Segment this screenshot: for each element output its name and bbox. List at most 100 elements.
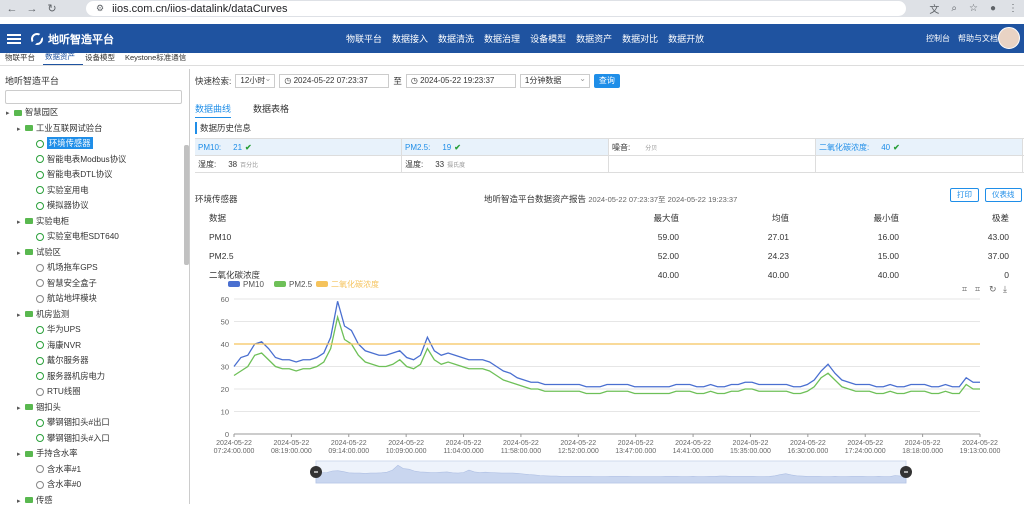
chart-tool-icon[interactable]: ⌗	[962, 285, 967, 295]
tree-toggle-icon[interactable]: ▸	[17, 122, 25, 138]
x-tick-label: 16:30:00.000	[787, 448, 828, 455]
history-label: 湿度:	[198, 159, 216, 170]
subnav-item[interactable]: 物联平台	[3, 52, 43, 65]
bookmark-star-icon[interactable]: ☆	[969, 3, 978, 14]
dashboard-button[interactable]: 仪表线	[985, 188, 1022, 202]
tree-node[interactable]: RTU线圈	[0, 384, 183, 400]
device-icon	[36, 295, 44, 303]
tree-node[interactable]: ▸机房监测	[0, 307, 183, 323]
tree-node[interactable]: ▸工业互联网试验台	[0, 121, 183, 137]
history-value: 33	[435, 160, 444, 169]
tree-node[interactable]: ▸实验电柜	[0, 214, 183, 230]
forward-icon[interactable]: →	[26, 3, 38, 15]
tree-toggle-icon[interactable]: ▸	[17, 308, 25, 324]
tree-node[interactable]: 攀钢锢扣头#入口	[0, 431, 183, 447]
menu-icon[interactable]: ⋮	[1008, 3, 1018, 14]
tree-node[interactable]: 航站地坪模块	[0, 291, 183, 307]
tree-node[interactable]: 实验室电柜SDT640	[0, 229, 183, 245]
nav-item[interactable]: 数据治理	[484, 32, 520, 45]
zoom-icon[interactable]: ⌕	[951, 3, 957, 14]
subnav-item-active[interactable]: 数据资产	[43, 51, 83, 65]
tree-node[interactable]: 智能电表Modbus协议	[0, 152, 183, 168]
tree-toggle-icon[interactable]: ▸	[17, 401, 25, 417]
tree-node[interactable]: ▸传感	[0, 493, 183, 509]
tree-node[interactable]: 环境传感器	[0, 136, 183, 152]
console-link[interactable]: 控制台	[926, 33, 950, 44]
tree-toggle-icon[interactable]: ▸	[17, 494, 25, 509]
profile-icon[interactable]: ●	[990, 3, 996, 14]
help-link[interactable]: 帮助与文档	[958, 33, 998, 44]
tree-node[interactable]: ▸智慧园区	[0, 105, 183, 121]
tree-node[interactable]: ▸手持含水率	[0, 446, 183, 462]
address-bar[interactable]: ⚙ iios.com.cn/iios-datalink/dataCurves	[86, 1, 906, 16]
x-tick-label: 19:13:00.000	[960, 448, 1001, 455]
tab-curve[interactable]: 数据曲线	[195, 102, 231, 118]
tree-node[interactable]: 智慧安全盒子	[0, 276, 183, 292]
translate-icon[interactable]: 文	[929, 1, 939, 16]
table-cell: PM2.5	[209, 251, 569, 261]
tree-toggle-icon[interactable]: ▸	[17, 215, 25, 231]
device-icon	[36, 279, 44, 287]
nav-item[interactable]: 数据资产	[576, 32, 612, 45]
tree-node[interactable]: ▸ 锢扣头	[0, 400, 183, 416]
start-time-input[interactable]: ◷ 2024-05-22 07:23:37	[279, 74, 389, 88]
tree-node-label: 锢扣头	[36, 402, 61, 412]
history-title: 数据历史信息	[195, 122, 251, 134]
nav-item[interactable]: 数据对比	[622, 32, 658, 45]
table-cell: 27.01	[679, 232, 789, 242]
chart-tool-icon[interactable]: ⤓	[1003, 285, 1007, 295]
user-avatar[interactable]	[998, 27, 1020, 49]
history-value: 38	[228, 160, 237, 169]
subnav-item[interactable]: Keystone标准通信	[123, 52, 194, 65]
site-info-icon[interactable]: ⚙	[96, 3, 104, 14]
tree-search-input[interactable]	[5, 90, 182, 104]
url-text[interactable]: iios.com.cn/iios-datalink/dataCurves	[112, 3, 287, 15]
tree-node[interactable]: 机场拖车GPS	[0, 260, 183, 276]
tree-node[interactable]: 智能电表DTL协议	[0, 167, 183, 183]
sidebar-scrollbar[interactable]	[184, 145, 189, 265]
tree-node[interactable]: 服务器机房电力	[0, 369, 183, 385]
tree-node[interactable]: ▸ 试验区	[0, 245, 183, 261]
nav-item[interactable]: 数据接入	[392, 32, 428, 45]
line-chart: PM10PM2.5二氧化碳浓度⌗⌗↻⤓01020304050602024-05-…	[192, 277, 1024, 504]
tree-node[interactable]: 含水率#0	[0, 477, 183, 493]
hamburger-icon[interactable]	[7, 34, 21, 44]
tab-table[interactable]: 数据表格	[253, 102, 289, 118]
subnav-item[interactable]: 设备模型	[83, 52, 123, 65]
y-tick-label: 20	[221, 385, 229, 394]
reload-icon[interactable]: ↻	[46, 2, 58, 15]
query-button[interactable]: 查询	[594, 74, 620, 88]
back-icon[interactable]: ←	[6, 3, 18, 15]
tree-node-label: 含水率#0	[47, 479, 81, 489]
tree-toggle-icon[interactable]: ▸	[17, 447, 25, 463]
interval-select[interactable]: 1分钟数据	[520, 74, 590, 88]
print-button[interactable]: 打印	[950, 188, 979, 202]
tree-node-label: 试验区	[36, 247, 61, 257]
tree-node[interactable]: 模拟器协议	[0, 198, 183, 214]
x-tick-label: 09:14:00.000	[328, 448, 369, 455]
nav-item[interactable]: 物联平台	[346, 32, 382, 45]
tree-node[interactable]: 华为UPS	[0, 322, 183, 338]
tree-toggle-icon[interactable]: ▸	[6, 106, 14, 122]
range-select[interactable]: 12小时	[235, 74, 275, 88]
chart-tool-icon[interactable]: ↻	[989, 285, 997, 295]
history-cell	[816, 156, 1023, 172]
table-row: PM2.5 52.00 24.23 15.00 37.00	[209, 246, 1009, 265]
legend-swatch	[316, 281, 328, 287]
tree-node[interactable]: 含水率#1	[0, 462, 183, 478]
history-cell: PM2.5:19✔	[402, 139, 609, 155]
device-icon	[36, 264, 44, 272]
table-cell: 24.23	[679, 251, 789, 261]
nav-item[interactable]: 数据清洗	[438, 32, 474, 45]
folder-icon	[25, 249, 33, 255]
tree-node[interactable]: 实验室用电	[0, 183, 183, 199]
nav-item[interactable]: 数据开放	[668, 32, 704, 45]
chart-tool-icon[interactable]: ⌗	[975, 285, 980, 295]
tree-toggle-icon[interactable]: ▸	[17, 246, 25, 262]
tree-node[interactable]: 戴尔服务器	[0, 353, 183, 369]
tree-node-label: 攀钢锢扣头#出口	[47, 417, 110, 427]
nav-item[interactable]: 设备模型	[530, 32, 566, 45]
end-time-input[interactable]: ◷ 2024-05-22 19:23:37	[406, 74, 516, 88]
tree-node[interactable]: 攀钢锢扣头#出口	[0, 415, 183, 431]
tree-node[interactable]: 海康NVR	[0, 338, 183, 354]
